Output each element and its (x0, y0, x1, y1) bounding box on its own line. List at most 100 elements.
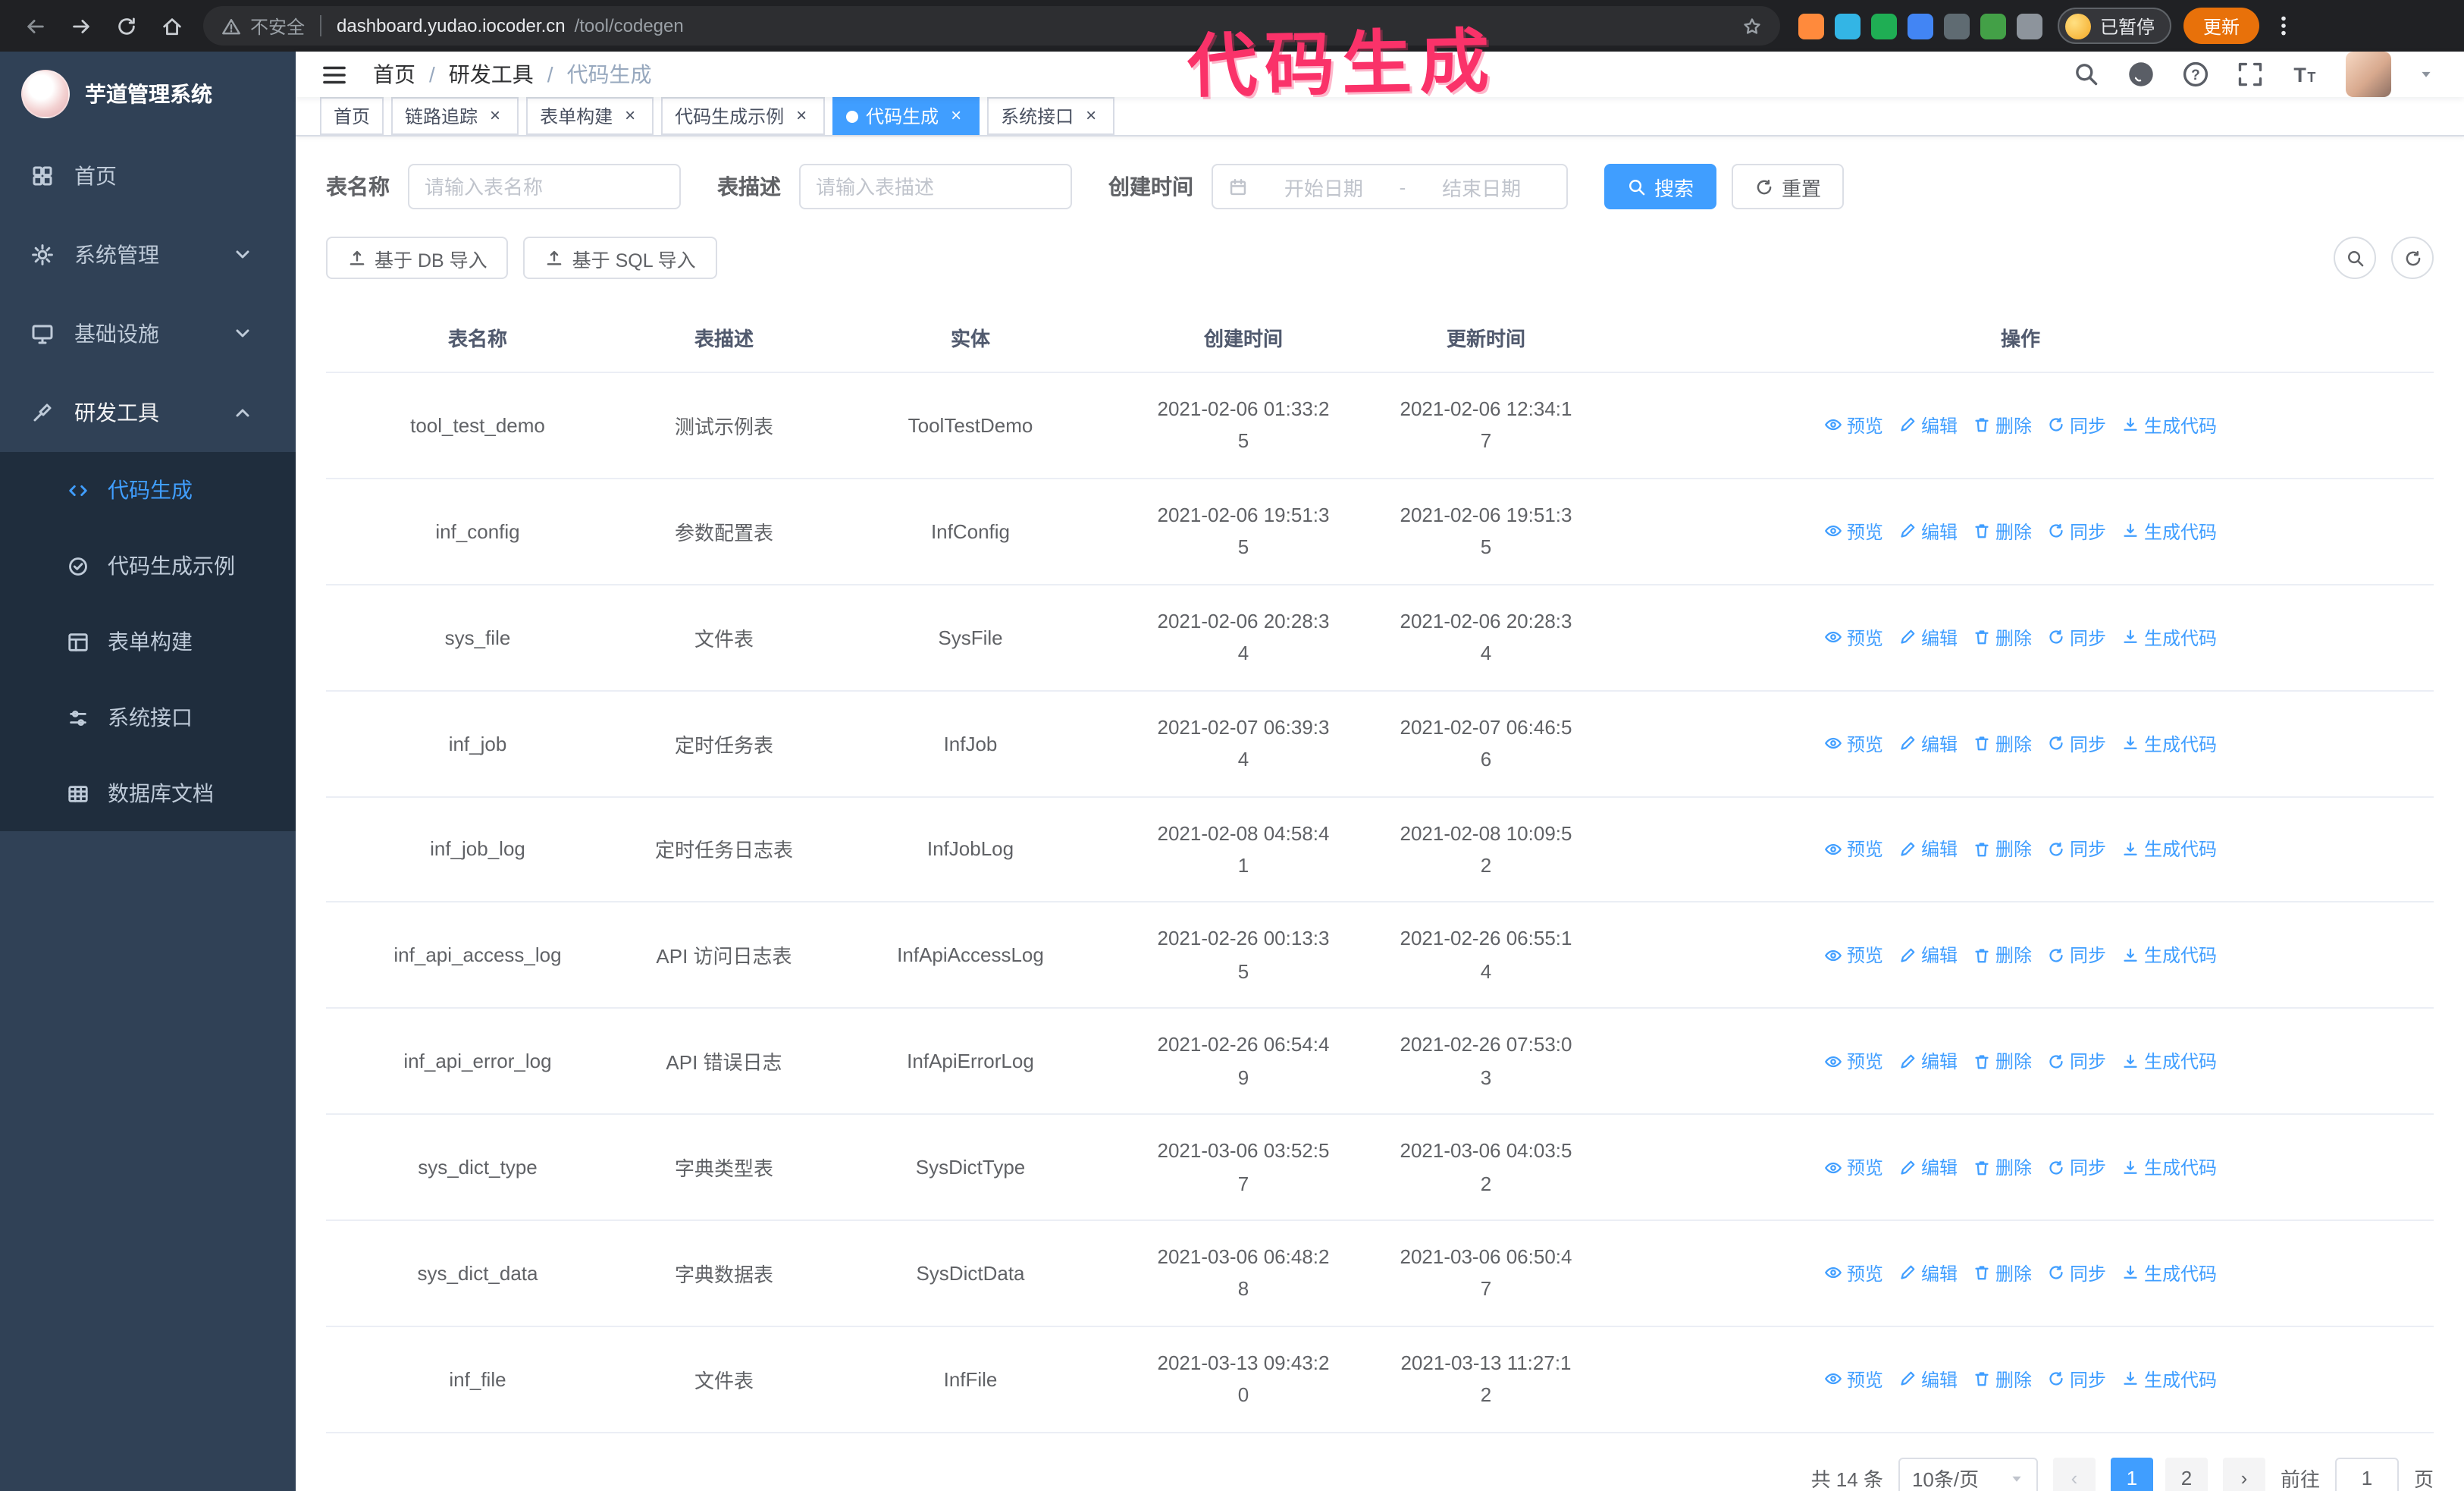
address-bar[interactable]: 不安全 dashboard.yudao.iocoder.cn/tool/code… (203, 6, 1780, 46)
extension-icon[interactable] (1944, 13, 1970, 39)
preview-link[interactable]: 预览 (1824, 624, 1883, 650)
generate-code-link[interactable]: 生成代码 (2121, 1048, 2217, 1074)
sidebar-subitem-db-doc[interactable]: 数据库文档 (0, 755, 296, 831)
reset-button[interactable]: 重置 (1732, 164, 1845, 209)
sidebar-subitem-form-builder[interactable]: 表单构建 (0, 604, 296, 680)
font-size-icon[interactable]: TT (2291, 61, 2318, 88)
bookmark-star-icon[interactable] (1742, 16, 1762, 36)
delete-link[interactable]: 删除 (1973, 624, 2032, 650)
browser-menu-icon[interactable] (2271, 14, 2296, 38)
generate-code-link[interactable]: 生成代码 (2121, 837, 2217, 862)
prev-page-button[interactable]: ‹ (2052, 1457, 2096, 1491)
edit-link[interactable]: 编辑 (1898, 1367, 1958, 1392)
delete-link[interactable]: 删除 (1973, 519, 2032, 545)
sync-link[interactable]: 同步 (2047, 413, 2106, 438)
extension-icon[interactable] (1980, 13, 2006, 39)
edit-link[interactable]: 编辑 (1898, 943, 1958, 968)
home-icon[interactable] (152, 6, 191, 46)
tab-form-builder[interactable]: 表单构建 × (526, 97, 654, 135)
generate-code-link[interactable]: 生成代码 (2121, 1367, 2217, 1392)
tab-system-api[interactable]: 系统接口 × (987, 97, 1115, 135)
generate-code-link[interactable]: 生成代码 (2121, 519, 2217, 545)
delete-link[interactable]: 删除 (1973, 837, 2032, 862)
sync-link[interactable]: 同步 (2047, 730, 2106, 756)
caret-down-icon[interactable] (2419, 67, 2434, 82)
generate-code-link[interactable]: 生成代码 (2121, 1154, 2217, 1180)
page-1-button[interactable]: 1 (2110, 1457, 2153, 1491)
hide-search-button[interactable] (2334, 237, 2376, 279)
generate-code-link[interactable]: 生成代码 (2121, 624, 2217, 650)
preview-link[interactable]: 预览 (1824, 943, 1883, 968)
edit-link[interactable]: 编辑 (1898, 1154, 1958, 1180)
import-db-button[interactable]: 基于 DB 导入 (326, 237, 509, 279)
edit-link[interactable]: 编辑 (1898, 413, 1958, 438)
preview-link[interactable]: 预览 (1824, 1367, 1883, 1392)
reload-icon[interactable] (106, 6, 146, 46)
date-range-picker[interactable]: 开始日期 - 结束日期 (1212, 164, 1568, 209)
generate-code-link[interactable]: 生成代码 (2121, 943, 2217, 968)
tab-home[interactable]: 首页 (320, 97, 384, 135)
profile-paused-badge[interactable]: 已暂停 (2058, 8, 2172, 44)
github-icon[interactable] (2127, 61, 2155, 88)
preview-link[interactable]: 预览 (1824, 413, 1883, 438)
extension-icon[interactable] (1835, 13, 1861, 39)
preview-link[interactable]: 预览 (1824, 1048, 1883, 1074)
sidebar-item-system-management[interactable]: 系统管理 (0, 215, 296, 294)
back-icon[interactable] (15, 6, 55, 46)
edit-link[interactable]: 编辑 (1898, 1260, 1958, 1286)
goto-page-input[interactable] (2334, 1457, 2399, 1491)
delete-link[interactable]: 删除 (1973, 413, 2032, 438)
edit-link[interactable]: 编辑 (1898, 730, 1958, 756)
breadcrumb-home[interactable]: 首页 (373, 59, 415, 89)
search-icon[interactable] (2073, 61, 2100, 88)
sync-link[interactable]: 同步 (2047, 1048, 2106, 1074)
tab-tracing[interactable]: 链路追踪 × (391, 97, 519, 135)
delete-link[interactable]: 删除 (1973, 1260, 2032, 1286)
sidebar-item-dev-tools[interactable]: 研发工具 (0, 373, 296, 452)
preview-link[interactable]: 预览 (1824, 730, 1883, 756)
delete-link[interactable]: 删除 (1973, 730, 2032, 756)
search-button[interactable]: 搜索 (1604, 164, 1717, 209)
sidebar-subitem-system-api[interactable]: 系统接口 (0, 680, 296, 755)
table-desc-input[interactable] (799, 164, 1072, 209)
extension-icon[interactable] (1871, 13, 1897, 39)
help-icon[interactable]: ? (2182, 61, 2209, 88)
sidebar-subitem-codegen-example[interactable]: 代码生成示例 (0, 528, 296, 604)
preview-link[interactable]: 预览 (1824, 1154, 1883, 1180)
preview-link[interactable]: 预览 (1824, 1260, 1883, 1286)
edit-link[interactable]: 编辑 (1898, 1048, 1958, 1074)
import-sql-button[interactable]: 基于 SQL 导入 (523, 237, 717, 279)
logo[interactable]: 芋道管理系统 (0, 52, 296, 137)
extension-icon[interactable] (2017, 13, 2042, 39)
generate-code-link[interactable]: 生成代码 (2121, 1260, 2217, 1286)
preview-link[interactable]: 预览 (1824, 837, 1883, 862)
delete-link[interactable]: 删除 (1973, 1154, 2032, 1180)
fullscreen-icon[interactable] (2237, 61, 2264, 88)
user-avatar[interactable] (2346, 52, 2391, 97)
next-page-button[interactable]: › (2222, 1457, 2265, 1491)
close-icon[interactable]: × (485, 106, 505, 126)
tab-codegen[interactable]: 代码生成 × (832, 97, 980, 135)
sync-link[interactable]: 同步 (2047, 519, 2106, 545)
close-icon[interactable]: × (792, 106, 811, 126)
page-2-button[interactable]: 2 (2165, 1457, 2208, 1491)
delete-link[interactable]: 删除 (1973, 943, 2032, 968)
close-icon[interactable]: × (946, 106, 966, 126)
sidebar-item-home[interactable]: 首页 (0, 137, 296, 215)
sync-link[interactable]: 同步 (2047, 624, 2106, 650)
tab-codegen-example[interactable]: 代码生成示例 × (661, 97, 826, 135)
sidebar-subitem-codegen[interactable]: 代码生成 (0, 452, 296, 528)
browser-update-button[interactable]: 更新 (2183, 8, 2260, 44)
edit-link[interactable]: 编辑 (1898, 519, 1958, 545)
sync-link[interactable]: 同步 (2047, 1260, 2106, 1286)
extension-icon[interactable] (1908, 13, 1933, 39)
close-icon[interactable]: × (1081, 106, 1101, 126)
generate-code-link[interactable]: 生成代码 (2121, 730, 2217, 756)
edit-link[interactable]: 编辑 (1898, 837, 1958, 862)
forward-icon[interactable] (61, 6, 100, 46)
sync-link[interactable]: 同步 (2047, 1154, 2106, 1180)
sync-link[interactable]: 同步 (2047, 1367, 2106, 1392)
table-name-input[interactable] (408, 164, 681, 209)
edit-link[interactable]: 编辑 (1898, 624, 1958, 650)
preview-link[interactable]: 预览 (1824, 519, 1883, 545)
